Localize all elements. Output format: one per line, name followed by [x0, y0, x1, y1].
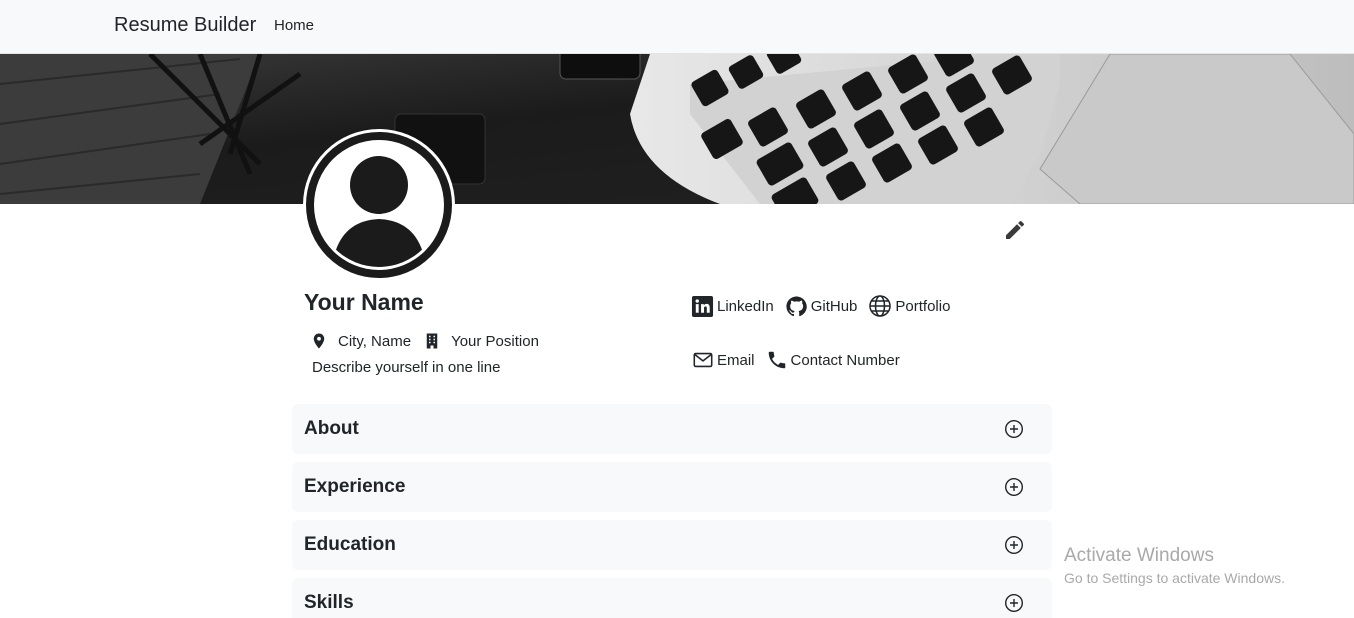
github-link[interactable]: GitHub: [785, 295, 858, 318]
profile-meta: City, Name Your Position: [310, 330, 539, 352]
profile-avatar[interactable]: [303, 129, 455, 281]
watermark-title: Activate Windows: [1064, 545, 1214, 566]
map-pin-icon: [313, 333, 325, 349]
linkedin-icon: [691, 295, 714, 317]
brand-link[interactable]: Resume Builder: [114, 14, 256, 37]
watermark-subtitle: Go to Settings to activate Windows.: [1064, 570, 1285, 586]
section-about[interactable]: About: [292, 404, 1052, 454]
contact-number-link[interactable]: Contact Number: [766, 349, 900, 371]
portfolio-link[interactable]: Portfolio: [868, 294, 950, 318]
profile-tagline: Describe yourself in one line: [312, 359, 501, 376]
activate-windows-watermark: Activate Windows Go to Settings to activ…: [1064, 545, 1285, 586]
section-title: Experience: [304, 476, 406, 497]
section-title: Education: [304, 534, 396, 555]
section-title: About: [304, 418, 359, 439]
plus-circle-icon[interactable]: [1004, 477, 1024, 497]
social-links: LinkedIn GitHub Portfolio: [691, 294, 961, 318]
cover-image: [0, 54, 1354, 204]
email-label: Email: [717, 351, 755, 369]
pencil-icon: [1006, 220, 1025, 239]
envelope-icon: [693, 352, 713, 368]
edit-profile-button[interactable]: [1003, 218, 1027, 242]
section-education[interactable]: Education: [292, 520, 1052, 570]
contact-number-label: Contact Number: [790, 351, 900, 369]
email-link[interactable]: Email: [692, 349, 755, 371]
section-experience[interactable]: Experience: [292, 462, 1052, 512]
linkedin-label: LinkedIn: [717, 297, 774, 315]
section-skills[interactable]: Skills: [292, 578, 1052, 618]
user-avatar-icon: [306, 132, 452, 278]
nav-link-home[interactable]: Home: [274, 17, 314, 34]
linkedin-link[interactable]: LinkedIn: [691, 295, 774, 318]
plus-circle-icon[interactable]: [1004, 419, 1024, 439]
contact-links: Email Contact Number: [692, 348, 911, 372]
portfolio-label: Portfolio: [895, 297, 951, 315]
plus-circle-icon[interactable]: [1004, 593, 1024, 613]
github-icon: [786, 295, 807, 316]
globe-icon: [869, 295, 892, 317]
github-label: GitHub: [810, 297, 858, 315]
building-icon: [426, 333, 438, 349]
profile-name: Your Name: [304, 289, 424, 315]
profile-location: City, Name: [338, 332, 412, 350]
profile-position: Your Position: [451, 332, 539, 350]
plus-circle-icon[interactable]: [1004, 535, 1024, 555]
section-title: Skills: [304, 592, 354, 613]
phone-icon: [768, 351, 785, 369]
top-navbar: Resume Builder Home: [0, 0, 1354, 54]
